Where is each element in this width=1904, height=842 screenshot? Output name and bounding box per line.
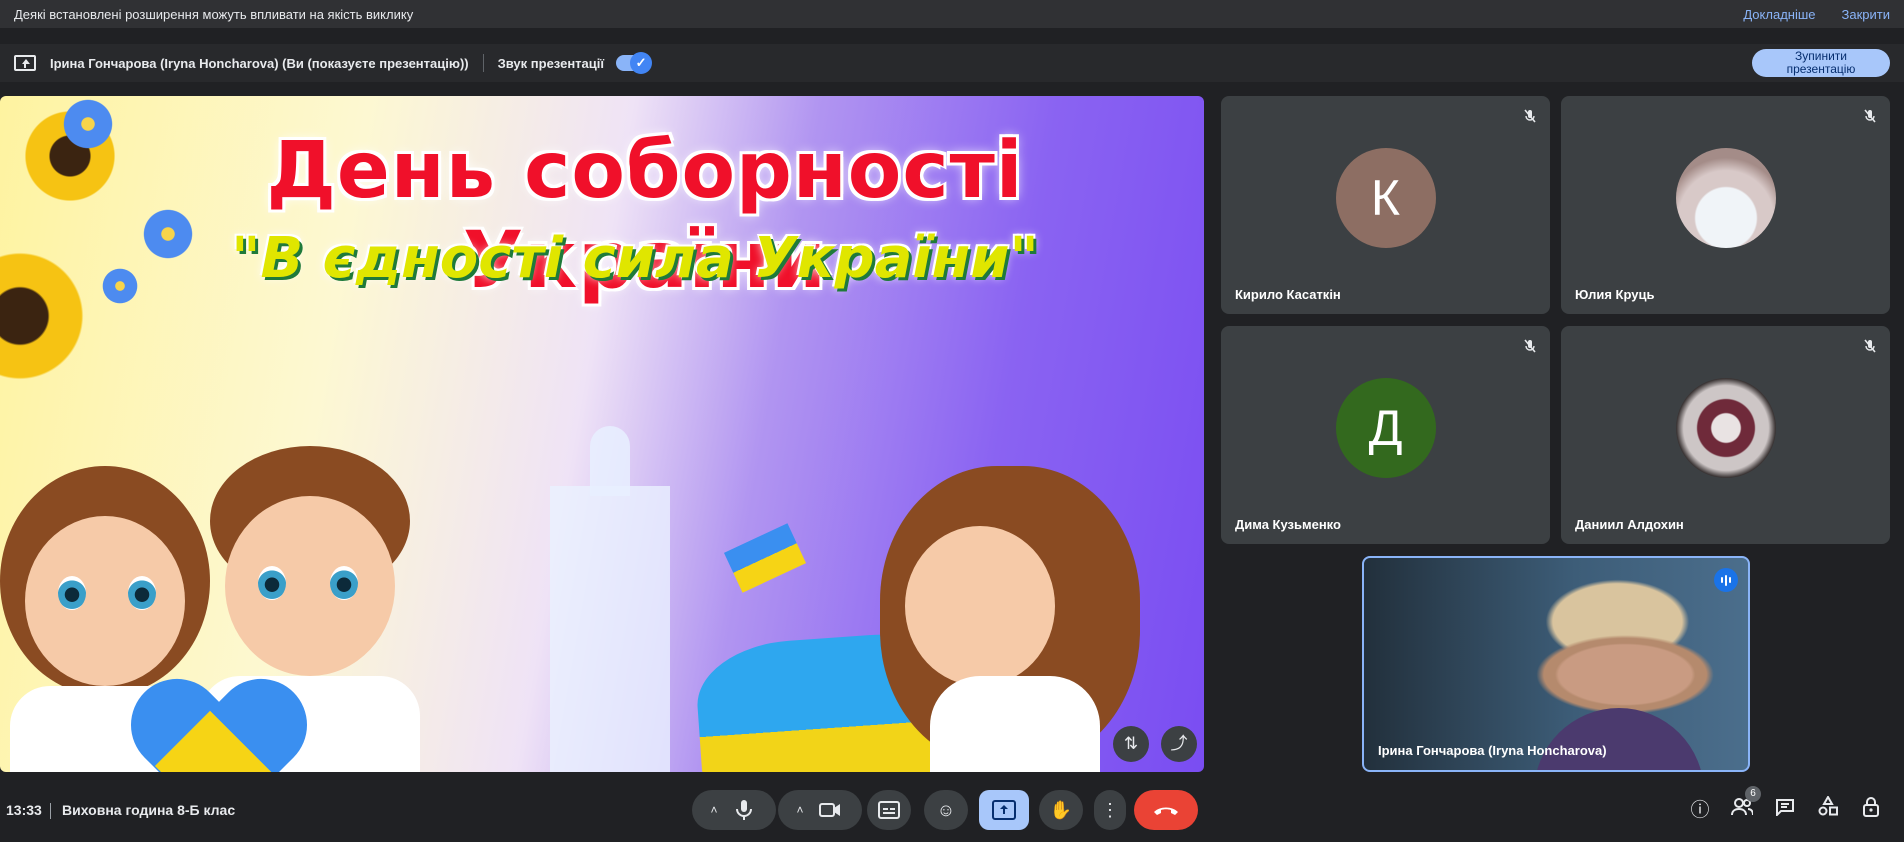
slide-subtitle: "В єдності сила України" <box>231 226 1039 291</box>
captions-button[interactable] <box>867 790 911 830</box>
presentation-sound-toggle[interactable]: ✓ <box>616 52 653 74</box>
people-count-badge: 6 <box>1745 786 1761 802</box>
raise-hand-button[interactable]: ✋ <box>1039 790 1083 830</box>
more-vertical-icon: ⋮ <box>1101 799 1119 820</box>
girl-face <box>905 526 1055 686</box>
participant-name: Юлия Круць <box>1575 287 1655 302</box>
chevron-up-icon[interactable]: ˄ <box>704 803 724 817</box>
leave-call-button[interactable] <box>1134 790 1198 830</box>
cornflower-decoration <box>60 96 116 152</box>
presenter-label: Ірина Гончарова (Iryna Honcharova) (Ви (… <box>50 55 469 71</box>
self-view-tile[interactable]: Ірина Гончарова (Iryna Honcharova) <box>1362 556 1750 772</box>
participant-tile[interactable]: К Кирило Касаткін <box>1221 96 1550 314</box>
self-video <box>1534 708 1704 770</box>
check-icon: ✓ <box>630 52 653 74</box>
more-options-button[interactable]: ⋮ <box>1094 790 1126 830</box>
host-controls-lock-icon[interactable] <box>1856 796 1886 826</box>
participant-tile[interactable]: Даниил Алдохин <box>1561 326 1890 544</box>
participant-tile[interactable]: Юлия Круць <box>1561 96 1890 314</box>
swap-icon[interactable]: ⇅ <box>1113 726 1149 762</box>
divider <box>50 803 51 819</box>
ukraine-flag-illustration <box>723 523 807 593</box>
learn-more-link[interactable]: Докладніше <box>1743 7 1815 22</box>
chat-icon[interactable] <box>1770 796 1800 826</box>
chevron-up-icon[interactable]: ˄ <box>790 803 810 817</box>
camera-control[interactable]: ˄ <box>778 790 862 830</box>
participant-name: Даниил Алдохин <box>1575 517 1684 532</box>
self-view-name: Ірина Гончарова (Iryna Honcharova) <box>1378 743 1607 758</box>
present-screen-icon <box>14 55 36 71</box>
participant-name: Кирило Касаткін <box>1235 287 1341 302</box>
bottom-control-bar: 13:33 Виховна година 8-Б клас ˄ ˄ ☺ ✋ ⋮ … <box>0 786 1904 842</box>
mic-off-icon <box>1864 339 1876 353</box>
participant-name: Дима Кузьменко <box>1235 517 1341 532</box>
camera-icon[interactable] <box>810 790 850 830</box>
heart-illustration <box>128 681 308 772</box>
boy-face <box>225 496 395 676</box>
avatar <box>1675 148 1776 248</box>
activities-icon[interactable] <box>1813 794 1843 826</box>
avatar: К <box>1335 148 1436 248</box>
extensions-notice-bar: Деякі встановлені розширення можуть впли… <box>0 0 1904 28</box>
presentation-sound-label: Звук презентації <box>497 55 605 71</box>
phone-hangup-icon <box>1154 807 1178 815</box>
speaking-indicator-icon <box>1714 568 1738 592</box>
share-icon[interactable]: ⤴ <box>1161 726 1197 762</box>
meeting-info-icon[interactable]: ⓘ <box>1685 796 1715 826</box>
captions-icon <box>878 801 900 819</box>
hand-icon: ✋ <box>1049 799 1073 820</box>
presentation-bar: Ірина Гончарова (Iryna Honcharova) (Ви (… <box>0 44 1904 82</box>
present-screen-icon <box>992 800 1016 820</box>
emoji-icon: ☺ <box>936 799 956 820</box>
mic-off-icon <box>1524 109 1536 123</box>
girl-face <box>25 516 185 686</box>
cathedral-illustration <box>520 426 700 772</box>
people-icon[interactable]: 6 <box>1727 786 1761 826</box>
mic-off-icon <box>1864 109 1876 123</box>
stop-presenting-button[interactable]: Зупинити презентацію <box>1752 49 1890 77</box>
reactions-button[interactable]: ☺ <box>924 790 968 830</box>
clock: 13:33 <box>6 802 42 818</box>
sunflower-decoration <box>0 246 90 386</box>
close-notice-link[interactable]: Закрити <box>1842 7 1890 22</box>
avatar: Д <box>1335 378 1436 478</box>
microphone-icon[interactable] <box>724 790 764 830</box>
participant-tile[interactable]: Д Дима Кузьменко <box>1221 326 1550 544</box>
divider <box>482 54 484 72</box>
mic-off-icon <box>1524 339 1536 353</box>
presentation-slide: День соборності України "В єдності сила … <box>0 96 1204 772</box>
avatar <box>1675 378 1776 478</box>
microphone-control[interactable]: ˄ <box>692 790 776 830</box>
notice-text: Деякі встановлені розширення можуть впли… <box>14 6 414 22</box>
present-screen-button[interactable] <box>979 790 1029 830</box>
meeting-title: Виховна година 8-Б клас <box>62 802 236 818</box>
